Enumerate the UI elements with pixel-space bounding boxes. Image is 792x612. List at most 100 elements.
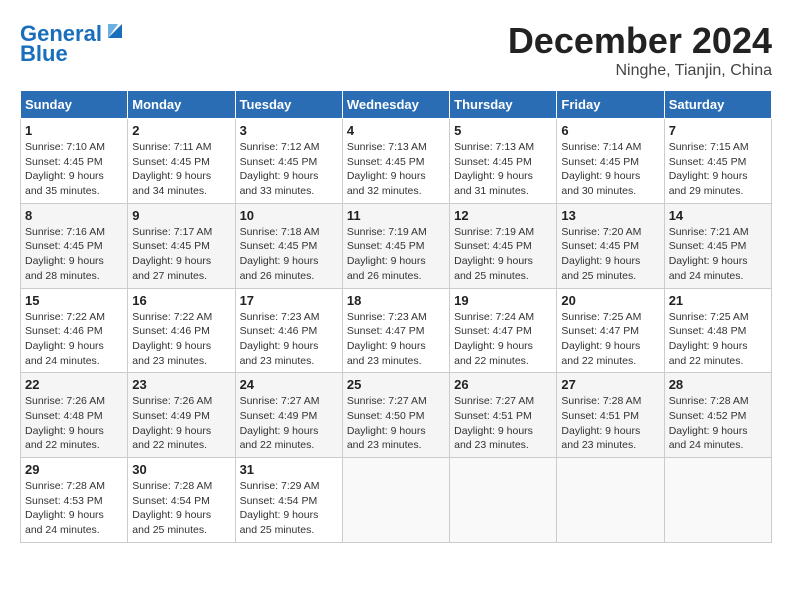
- calendar-cell: 8 Sunrise: 7:16 AM Sunset: 4:45 PM Dayli…: [21, 203, 128, 288]
- day-number: 6: [561, 123, 659, 138]
- day-info: Sunrise: 7:28 AM Sunset: 4:52 PM Dayligh…: [669, 394, 767, 453]
- calendar-cell: 10 Sunrise: 7:18 AM Sunset: 4:45 PM Dayl…: [235, 203, 342, 288]
- calendar-cell: 2 Sunrise: 7:11 AM Sunset: 4:45 PM Dayli…: [128, 119, 235, 204]
- col-header-sunday: Sunday: [21, 91, 128, 119]
- day-number: 7: [669, 123, 767, 138]
- calendar-cell: 3 Sunrise: 7:12 AM Sunset: 4:45 PM Dayli…: [235, 119, 342, 204]
- col-header-monday: Monday: [128, 91, 235, 119]
- calendar-week-5: 29 Sunrise: 7:28 AM Sunset: 4:53 PM Dayl…: [21, 458, 772, 543]
- calendar-cell: 28 Sunrise: 7:28 AM Sunset: 4:52 PM Dayl…: [664, 373, 771, 458]
- day-number: 13: [561, 208, 659, 223]
- calendar-cell: 12 Sunrise: 7:19 AM Sunset: 4:45 PM Dayl…: [450, 203, 557, 288]
- calendar-table: SundayMondayTuesdayWednesdayThursdayFrid…: [20, 90, 772, 543]
- logo-icon: [104, 20, 126, 47]
- calendar-cell: 29 Sunrise: 7:28 AM Sunset: 4:53 PM Dayl…: [21, 458, 128, 543]
- col-header-saturday: Saturday: [664, 91, 771, 119]
- day-info: Sunrise: 7:17 AM Sunset: 4:45 PM Dayligh…: [132, 225, 230, 284]
- day-number: 15: [25, 293, 123, 308]
- day-info: Sunrise: 7:27 AM Sunset: 4:50 PM Dayligh…: [347, 394, 445, 453]
- col-header-friday: Friday: [557, 91, 664, 119]
- day-number: 21: [669, 293, 767, 308]
- calendar-cell: 1 Sunrise: 7:10 AM Sunset: 4:45 PM Dayli…: [21, 119, 128, 204]
- day-info: Sunrise: 7:25 AM Sunset: 4:48 PM Dayligh…: [669, 310, 767, 369]
- calendar-cell: 6 Sunrise: 7:14 AM Sunset: 4:45 PM Dayli…: [557, 119, 664, 204]
- day-number: 28: [669, 377, 767, 392]
- calendar-cell: 5 Sunrise: 7:13 AM Sunset: 4:45 PM Dayli…: [450, 119, 557, 204]
- calendar-cell: 15 Sunrise: 7:22 AM Sunset: 4:46 PM Dayl…: [21, 288, 128, 373]
- day-info: Sunrise: 7:21 AM Sunset: 4:45 PM Dayligh…: [669, 225, 767, 284]
- day-number: 14: [669, 208, 767, 223]
- day-number: 11: [347, 208, 445, 223]
- month-title: December 2024: [508, 20, 772, 62]
- calendar-cell: 23 Sunrise: 7:26 AM Sunset: 4:49 PM Dayl…: [128, 373, 235, 458]
- day-info: Sunrise: 7:20 AM Sunset: 4:45 PM Dayligh…: [561, 225, 659, 284]
- calendar-cell: 19 Sunrise: 7:24 AM Sunset: 4:47 PM Dayl…: [450, 288, 557, 373]
- day-number: 9: [132, 208, 230, 223]
- calendar-cell: 9 Sunrise: 7:17 AM Sunset: 4:45 PM Dayli…: [128, 203, 235, 288]
- day-info: Sunrise: 7:27 AM Sunset: 4:49 PM Dayligh…: [240, 394, 338, 453]
- day-info: Sunrise: 7:19 AM Sunset: 4:45 PM Dayligh…: [454, 225, 552, 284]
- day-number: 23: [132, 377, 230, 392]
- col-header-thursday: Thursday: [450, 91, 557, 119]
- calendar-cell: 18 Sunrise: 7:23 AM Sunset: 4:47 PM Dayl…: [342, 288, 449, 373]
- calendar-cell: [557, 458, 664, 543]
- calendar-cell: 22 Sunrise: 7:26 AM Sunset: 4:48 PM Dayl…: [21, 373, 128, 458]
- calendar-cell: 21 Sunrise: 7:25 AM Sunset: 4:48 PM Dayl…: [664, 288, 771, 373]
- day-info: Sunrise: 7:24 AM Sunset: 4:47 PM Dayligh…: [454, 310, 552, 369]
- calendar-cell: 30 Sunrise: 7:28 AM Sunset: 4:54 PM Dayl…: [128, 458, 235, 543]
- day-number: 24: [240, 377, 338, 392]
- day-info: Sunrise: 7:16 AM Sunset: 4:45 PM Dayligh…: [25, 225, 123, 284]
- location-subtitle: Ninghe, Tianjin, China: [508, 62, 772, 80]
- day-info: Sunrise: 7:23 AM Sunset: 4:47 PM Dayligh…: [347, 310, 445, 369]
- calendar-cell: 27 Sunrise: 7:28 AM Sunset: 4:51 PM Dayl…: [557, 373, 664, 458]
- day-number: 27: [561, 377, 659, 392]
- calendar-week-1: 1 Sunrise: 7:10 AM Sunset: 4:45 PM Dayli…: [21, 119, 772, 204]
- calendar-week-2: 8 Sunrise: 7:16 AM Sunset: 4:45 PM Dayli…: [21, 203, 772, 288]
- day-number: 25: [347, 377, 445, 392]
- col-header-tuesday: Tuesday: [235, 91, 342, 119]
- day-info: Sunrise: 7:27 AM Sunset: 4:51 PM Dayligh…: [454, 394, 552, 453]
- calendar-cell: 31 Sunrise: 7:29 AM Sunset: 4:54 PM Dayl…: [235, 458, 342, 543]
- calendar-cell: 13 Sunrise: 7:20 AM Sunset: 4:45 PM Dayl…: [557, 203, 664, 288]
- page-header: General Blue December 2024 Ninghe, Tianj…: [20, 20, 772, 80]
- day-number: 3: [240, 123, 338, 138]
- day-info: Sunrise: 7:23 AM Sunset: 4:46 PM Dayligh…: [240, 310, 338, 369]
- day-number: 20: [561, 293, 659, 308]
- day-info: Sunrise: 7:28 AM Sunset: 4:53 PM Dayligh…: [25, 479, 123, 538]
- calendar-cell: 11 Sunrise: 7:19 AM Sunset: 4:45 PM Dayl…: [342, 203, 449, 288]
- day-info: Sunrise: 7:13 AM Sunset: 4:45 PM Dayligh…: [347, 140, 445, 199]
- day-number: 2: [132, 123, 230, 138]
- day-info: Sunrise: 7:14 AM Sunset: 4:45 PM Dayligh…: [561, 140, 659, 199]
- calendar-cell: [664, 458, 771, 543]
- day-number: 5: [454, 123, 552, 138]
- day-info: Sunrise: 7:12 AM Sunset: 4:45 PM Dayligh…: [240, 140, 338, 199]
- calendar-header-row: SundayMondayTuesdayWednesdayThursdayFrid…: [21, 91, 772, 119]
- calendar-cell: 20 Sunrise: 7:25 AM Sunset: 4:47 PM Dayl…: [557, 288, 664, 373]
- day-number: 10: [240, 208, 338, 223]
- day-info: Sunrise: 7:18 AM Sunset: 4:45 PM Dayligh…: [240, 225, 338, 284]
- day-number: 17: [240, 293, 338, 308]
- day-info: Sunrise: 7:10 AM Sunset: 4:45 PM Dayligh…: [25, 140, 123, 199]
- day-number: 18: [347, 293, 445, 308]
- calendar-cell: 4 Sunrise: 7:13 AM Sunset: 4:45 PM Dayli…: [342, 119, 449, 204]
- day-info: Sunrise: 7:28 AM Sunset: 4:54 PM Dayligh…: [132, 479, 230, 538]
- day-number: 1: [25, 123, 123, 138]
- day-info: Sunrise: 7:19 AM Sunset: 4:45 PM Dayligh…: [347, 225, 445, 284]
- calendar-cell: 26 Sunrise: 7:27 AM Sunset: 4:51 PM Dayl…: [450, 373, 557, 458]
- day-info: Sunrise: 7:28 AM Sunset: 4:51 PM Dayligh…: [561, 394, 659, 453]
- calendar-cell: 17 Sunrise: 7:23 AM Sunset: 4:46 PM Dayl…: [235, 288, 342, 373]
- calendar-cell: 16 Sunrise: 7:22 AM Sunset: 4:46 PM Dayl…: [128, 288, 235, 373]
- day-number: 8: [25, 208, 123, 223]
- day-info: Sunrise: 7:26 AM Sunset: 4:49 PM Dayligh…: [132, 394, 230, 453]
- day-info: Sunrise: 7:11 AM Sunset: 4:45 PM Dayligh…: [132, 140, 230, 199]
- calendar-cell: 7 Sunrise: 7:15 AM Sunset: 4:45 PM Dayli…: [664, 119, 771, 204]
- day-number: 22: [25, 377, 123, 392]
- calendar-cell: 25 Sunrise: 7:27 AM Sunset: 4:50 PM Dayl…: [342, 373, 449, 458]
- day-number: 12: [454, 208, 552, 223]
- calendar-week-3: 15 Sunrise: 7:22 AM Sunset: 4:46 PM Dayl…: [21, 288, 772, 373]
- calendar-cell: 24 Sunrise: 7:27 AM Sunset: 4:49 PM Dayl…: [235, 373, 342, 458]
- logo: General Blue: [20, 20, 126, 67]
- day-number: 26: [454, 377, 552, 392]
- day-info: Sunrise: 7:15 AM Sunset: 4:45 PM Dayligh…: [669, 140, 767, 199]
- calendar-cell: [450, 458, 557, 543]
